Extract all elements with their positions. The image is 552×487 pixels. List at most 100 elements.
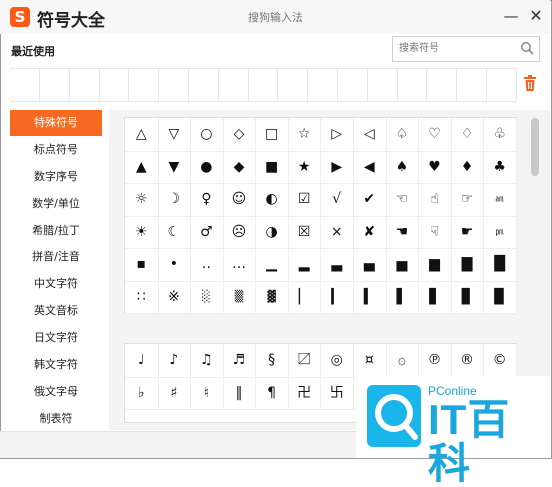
symbol-cell[interactable]: ▎	[320, 280, 354, 314]
symbol-cell[interactable]: 卍	[287, 376, 322, 410]
symbol-cell[interactable]: §	[255, 344, 289, 378]
symbol-cell[interactable]: ▶	[320, 150, 354, 184]
symbol-cell[interactable]: ♢	[450, 118, 485, 152]
category-item[interactable]: 俄文字母	[10, 379, 102, 405]
category-item[interactable]: 数字序号	[10, 164, 102, 190]
symbol-cell[interactable]: ▲	[125, 150, 159, 184]
symbol-cell[interactable]: •	[157, 248, 192, 282]
symbol-cell[interactable]: ‖	[222, 376, 257, 410]
symbol-cell[interactable]: ×	[320, 215, 354, 249]
symbol-cell[interactable]: ¶	[255, 376, 289, 410]
search-box[interactable]	[392, 36, 540, 62]
category-item[interactable]: 英文音标	[10, 298, 102, 324]
category-item[interactable]: 数学/单位	[10, 191, 102, 217]
symbol-cell[interactable]: ▄	[353, 248, 387, 282]
symbol-cell[interactable]: ©	[483, 344, 517, 378]
symbol-cell[interactable]: ◎	[320, 344, 354, 378]
recent-symbol-slot[interactable]	[70, 69, 100, 101]
symbol-cell[interactable]: ▁	[255, 248, 289, 282]
category-item[interactable]: 希腊/拉丁	[10, 218, 102, 244]
symbol-cell[interactable]: ¤	[353, 344, 387, 378]
symbol-cell[interactable]: ۞	[385, 344, 420, 378]
symbol-cell[interactable]: ◇	[222, 118, 257, 152]
recent-symbol-slot[interactable]	[189, 69, 219, 101]
symbol-cell[interactable]: …	[222, 248, 257, 282]
symbol-cell[interactable]: 卐	[320, 376, 354, 410]
category-item[interactable]: 制表符	[10, 406, 102, 432]
symbol-cell[interactable]: ㏂	[483, 183, 517, 217]
recent-symbol-slot[interactable]	[99, 69, 130, 101]
symbol-cell[interactable]: ▆	[418, 248, 452, 282]
symbol-cell[interactable]: △	[125, 118, 159, 152]
recent-symbol-slot[interactable]	[219, 69, 249, 101]
category-item[interactable]: 标点符号	[10, 137, 102, 163]
symbol-cell[interactable]: ○	[190, 118, 224, 152]
symbol-cell[interactable]: ♧	[483, 118, 517, 152]
symbol-cell[interactable]: ▍	[353, 280, 387, 314]
category-item[interactable]: 中文字符	[10, 271, 102, 297]
symbol-cell[interactable]: ✔	[353, 183, 387, 217]
symbol-cell[interactable]: ▋	[418, 280, 452, 314]
symbol-cell[interactable]: ☼	[125, 183, 159, 217]
symbol-cell[interactable]: ◆	[222, 150, 257, 184]
symbol-cell[interactable]: ☹	[222, 215, 257, 249]
symbol-cell[interactable]: ☾	[157, 215, 192, 249]
symbol-cell[interactable]: √	[320, 183, 354, 217]
recent-symbol-slot[interactable]	[368, 69, 398, 101]
symbol-cell[interactable]: ♯	[157, 376, 192, 410]
symbol-cell[interactable]: ◐	[255, 183, 289, 217]
symbol-cell[interactable]: █	[483, 248, 517, 282]
symbol-cell[interactable]: ▷	[320, 118, 354, 152]
symbol-cell[interactable]: ◑	[255, 215, 289, 249]
symbol-cell[interactable]: ☽	[157, 183, 192, 217]
symbol-cell[interactable]: ✘	[353, 215, 387, 249]
symbol-cell[interactable]: ▉	[483, 280, 517, 314]
symbol-cell[interactable]: ☒	[287, 215, 322, 249]
recent-symbol-slot[interactable]	[338, 69, 368, 101]
symbol-cell[interactable]: ♣	[483, 150, 517, 184]
symbol-cell[interactable]: ♂	[190, 215, 224, 249]
symbol-cell[interactable]: ◁	[353, 118, 387, 152]
recent-symbol-slot[interactable]	[248, 69, 279, 101]
symbol-cell[interactable]: ※	[157, 280, 192, 314]
recent-symbol-slot[interactable]	[308, 69, 338, 101]
symbol-cell[interactable]: ▇	[450, 248, 485, 282]
recent-symbol-slot[interactable]	[40, 69, 70, 101]
recent-symbol-slot[interactable]	[10, 69, 40, 101]
trash-icon[interactable]	[522, 74, 538, 92]
category-item[interactable]: 韩文字符	[10, 352, 102, 378]
category-item[interactable]: 特殊符号	[10, 110, 102, 136]
close-button[interactable]: ✕	[527, 7, 545, 25]
symbol-cell[interactable]: ♬	[222, 344, 257, 378]
symbol-cell[interactable]: ▪	[125, 248, 159, 282]
symbol-cell[interactable]: ▌	[385, 280, 420, 314]
symbol-cell[interactable]: ▒	[222, 280, 257, 314]
symbol-cell[interactable]: ♫	[190, 344, 224, 378]
symbol-cell[interactable]: ■	[255, 150, 289, 184]
symbol-cell[interactable]: ♪	[157, 344, 192, 378]
symbol-cell[interactable]: ♦	[450, 150, 485, 184]
symbol-cell[interactable]: ☛	[450, 215, 485, 249]
category-item[interactable]: 日文字符	[10, 325, 102, 351]
recent-symbol-slot[interactable]	[278, 69, 309, 101]
symbol-cell[interactable]: 〼	[287, 344, 322, 378]
symbol-cell[interactable]: ▊	[450, 280, 485, 314]
symbol-cell[interactable]: ♩	[125, 344, 159, 378]
recent-symbol-slot[interactable]	[487, 69, 517, 101]
minimize-button[interactable]: —	[502, 7, 520, 25]
symbol-cell[interactable]: ∷	[125, 280, 159, 314]
recent-symbol-slot[interactable]	[397, 69, 428, 101]
symbol-cell[interactable]: ☀	[125, 215, 159, 249]
symbol-cell[interactable]: ☜	[385, 183, 420, 217]
symbol-cell[interactable]: ®	[450, 344, 485, 378]
symbol-cell[interactable]: ℗	[418, 344, 452, 378]
symbol-cell[interactable]: ▓	[255, 280, 289, 314]
symbol-cell[interactable]: ♥	[418, 150, 452, 184]
symbol-cell[interactable]: ♠	[385, 150, 420, 184]
category-item[interactable]: 拼音/注音	[10, 244, 102, 270]
symbol-cell[interactable]: ▅	[385, 248, 420, 282]
symbol-cell[interactable]: □	[255, 118, 289, 152]
symbol-cell[interactable]: ♮	[190, 376, 224, 410]
symbol-cell[interactable]: ▼	[157, 150, 192, 184]
symbol-cell[interactable]: ♭	[125, 376, 159, 410]
